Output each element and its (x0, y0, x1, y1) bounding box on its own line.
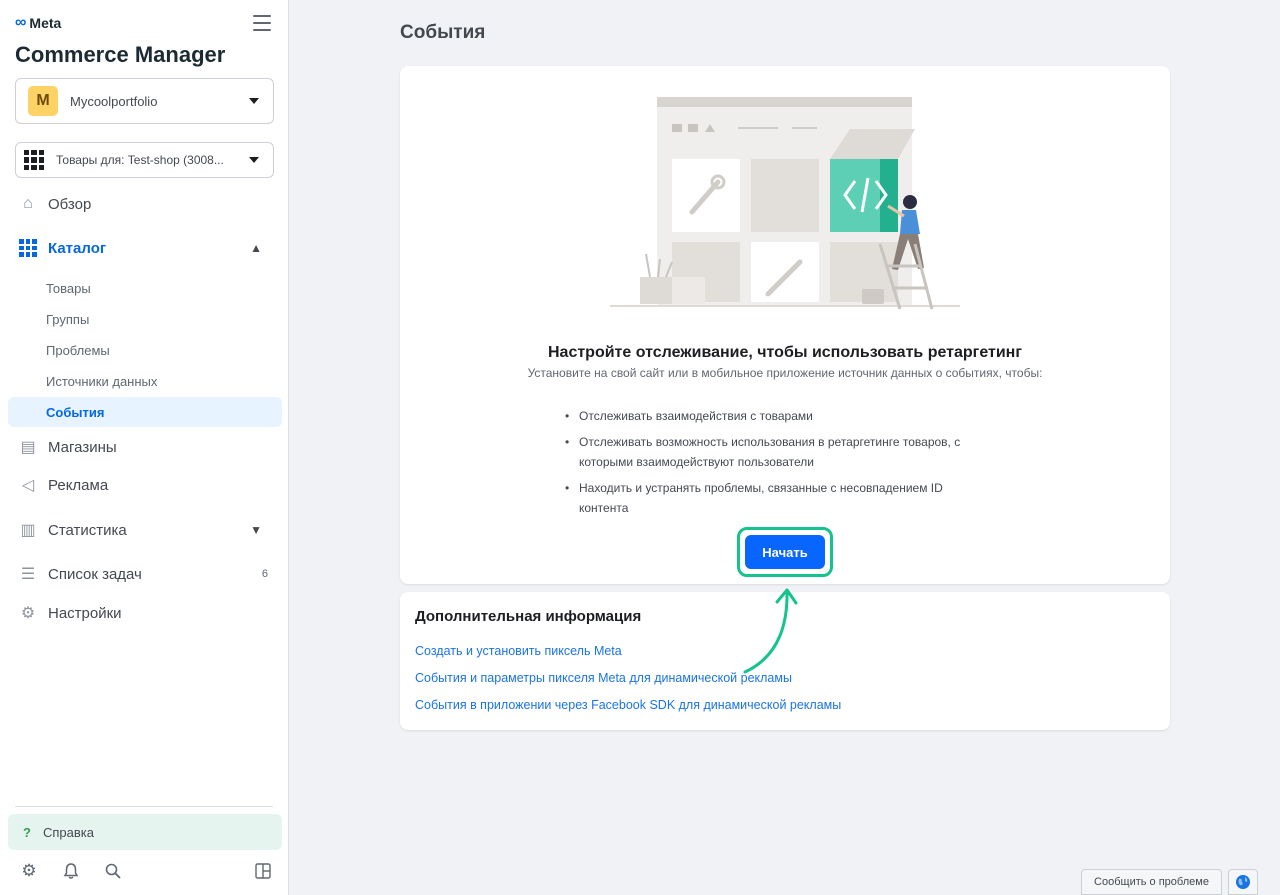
nav-catalog-label: Каталог (48, 239, 107, 257)
benefits-list: Отслеживать взаимодействия с товарами От… (565, 406, 995, 524)
list-item: Отслеживать взаимодействия с товарами (565, 406, 995, 426)
help-item[interactable]: ? Справка (8, 814, 282, 850)
settings-icon[interactable]: ⚙ (18, 860, 40, 882)
catalog-grid-icon (24, 150, 44, 170)
page-title: События (400, 22, 486, 43)
help-label: Справка (42, 824, 94, 840)
sidebar: ∞ Meta Commerce Manager M Mycoolportfoli… (0, 0, 289, 895)
developer-illustration (610, 97, 960, 310)
nav-catalog[interactable]: Каталог ▲ (8, 232, 282, 264)
bar-chart-icon: ▥ (20, 522, 36, 539)
nav-settings[interactable]: ⚙ Настройки (8, 597, 282, 629)
account-name: Mycoolportfolio (70, 93, 158, 109)
nav-overview[interactable]: ⌂ Обзор (8, 188, 282, 220)
task-list-icon: ☰ (20, 566, 36, 583)
sidebar-bottom-bar: ⚙ (18, 858, 274, 884)
shop-icon: ▤ (20, 439, 36, 456)
nav-shops-label: Магазины (48, 438, 117, 456)
account-selector[interactable]: M Mycoolportfolio (15, 78, 274, 124)
sub-item-products[interactable]: Товары (8, 274, 282, 302)
panel-layout-icon[interactable] (252, 860, 274, 882)
nav-stats[interactable]: ▥ Статистика ▼ (8, 514, 282, 546)
nav-ads[interactable]: ◁ Реклама (8, 469, 282, 501)
sub-item-groups[interactable]: Группы (8, 305, 282, 333)
nav-stats-label: Статистика (48, 521, 127, 539)
catalog-icon (18, 238, 38, 258)
chevron-up-icon: ▲ (250, 241, 262, 255)
annotation-arrow (743, 588, 798, 674)
megaphone-icon: ◁ (21, 477, 35, 494)
bell-icon[interactable] (60, 860, 82, 882)
menu-icon[interactable] (253, 15, 271, 31)
gear-icon: ⚙ (20, 605, 36, 622)
nav-tasks[interactable]: ☰ Список задач 6 (8, 558, 282, 590)
meta-infinity-icon: ∞ (15, 14, 27, 31)
catalog-selector[interactable]: Товары для: Test-shop (3008... (15, 142, 274, 178)
catalog-name: Товары для: Test-shop (3008... (56, 153, 224, 167)
nav-settings-label: Настройки (48, 604, 122, 622)
cta-highlight: Начать (737, 527, 833, 577)
nav-tasks-label: Список задач (48, 565, 142, 583)
empty-state-title: Настройте отслеживание, чтобы использова… (547, 344, 1023, 361)
tasks-count-badge: 6 (261, 568, 268, 580)
home-icon: ⌂ (23, 195, 33, 212)
search-icon[interactable] (102, 860, 124, 882)
empty-state-card: Настройте отслеживание, чтобы использова… (400, 66, 1170, 584)
nav-overview-label: Обзор (48, 195, 92, 213)
meta-logo: ∞ Meta (15, 14, 61, 32)
caret-down-icon (249, 98, 259, 104)
link-create-pixel[interactable]: Создать и установить пиксель Meta (415, 644, 622, 658)
sub-item-data-sources[interactable]: Источники данных (8, 367, 282, 395)
sub-item-events[interactable]: События (8, 397, 282, 427)
more-info-title: Дополнительная информация (415, 608, 642, 625)
caret-down-icon (249, 157, 259, 163)
nav-ads-label: Реклама (48, 476, 109, 494)
empty-state-subtitle: Установите на свой сайт или в мобильное … (527, 366, 1043, 380)
start-button[interactable]: Начать (745, 535, 825, 569)
list-item: Находить и устранять проблемы, связанные… (565, 478, 995, 518)
sidebar-divider (15, 806, 273, 807)
list-item: Отслеживать возможность использования в … (565, 432, 995, 472)
sub-item-issues[interactable]: Проблемы (8, 336, 282, 364)
meta-brand-text: Meta (29, 15, 62, 31)
nav-shops[interactable]: ▤ Магазины (8, 431, 282, 463)
link-sdk-events[interactable]: События в приложении через Facebook SDK … (415, 698, 841, 712)
report-problem-button[interactable]: Сообщить о проблеме (1081, 869, 1222, 895)
question-icon: ? (23, 824, 31, 840)
globe-icon[interactable] (1228, 869, 1258, 895)
chevron-down-icon: ▼ (250, 523, 262, 537)
account-avatar: M (28, 86, 58, 116)
app-title: Commerce Manager (15, 42, 226, 67)
